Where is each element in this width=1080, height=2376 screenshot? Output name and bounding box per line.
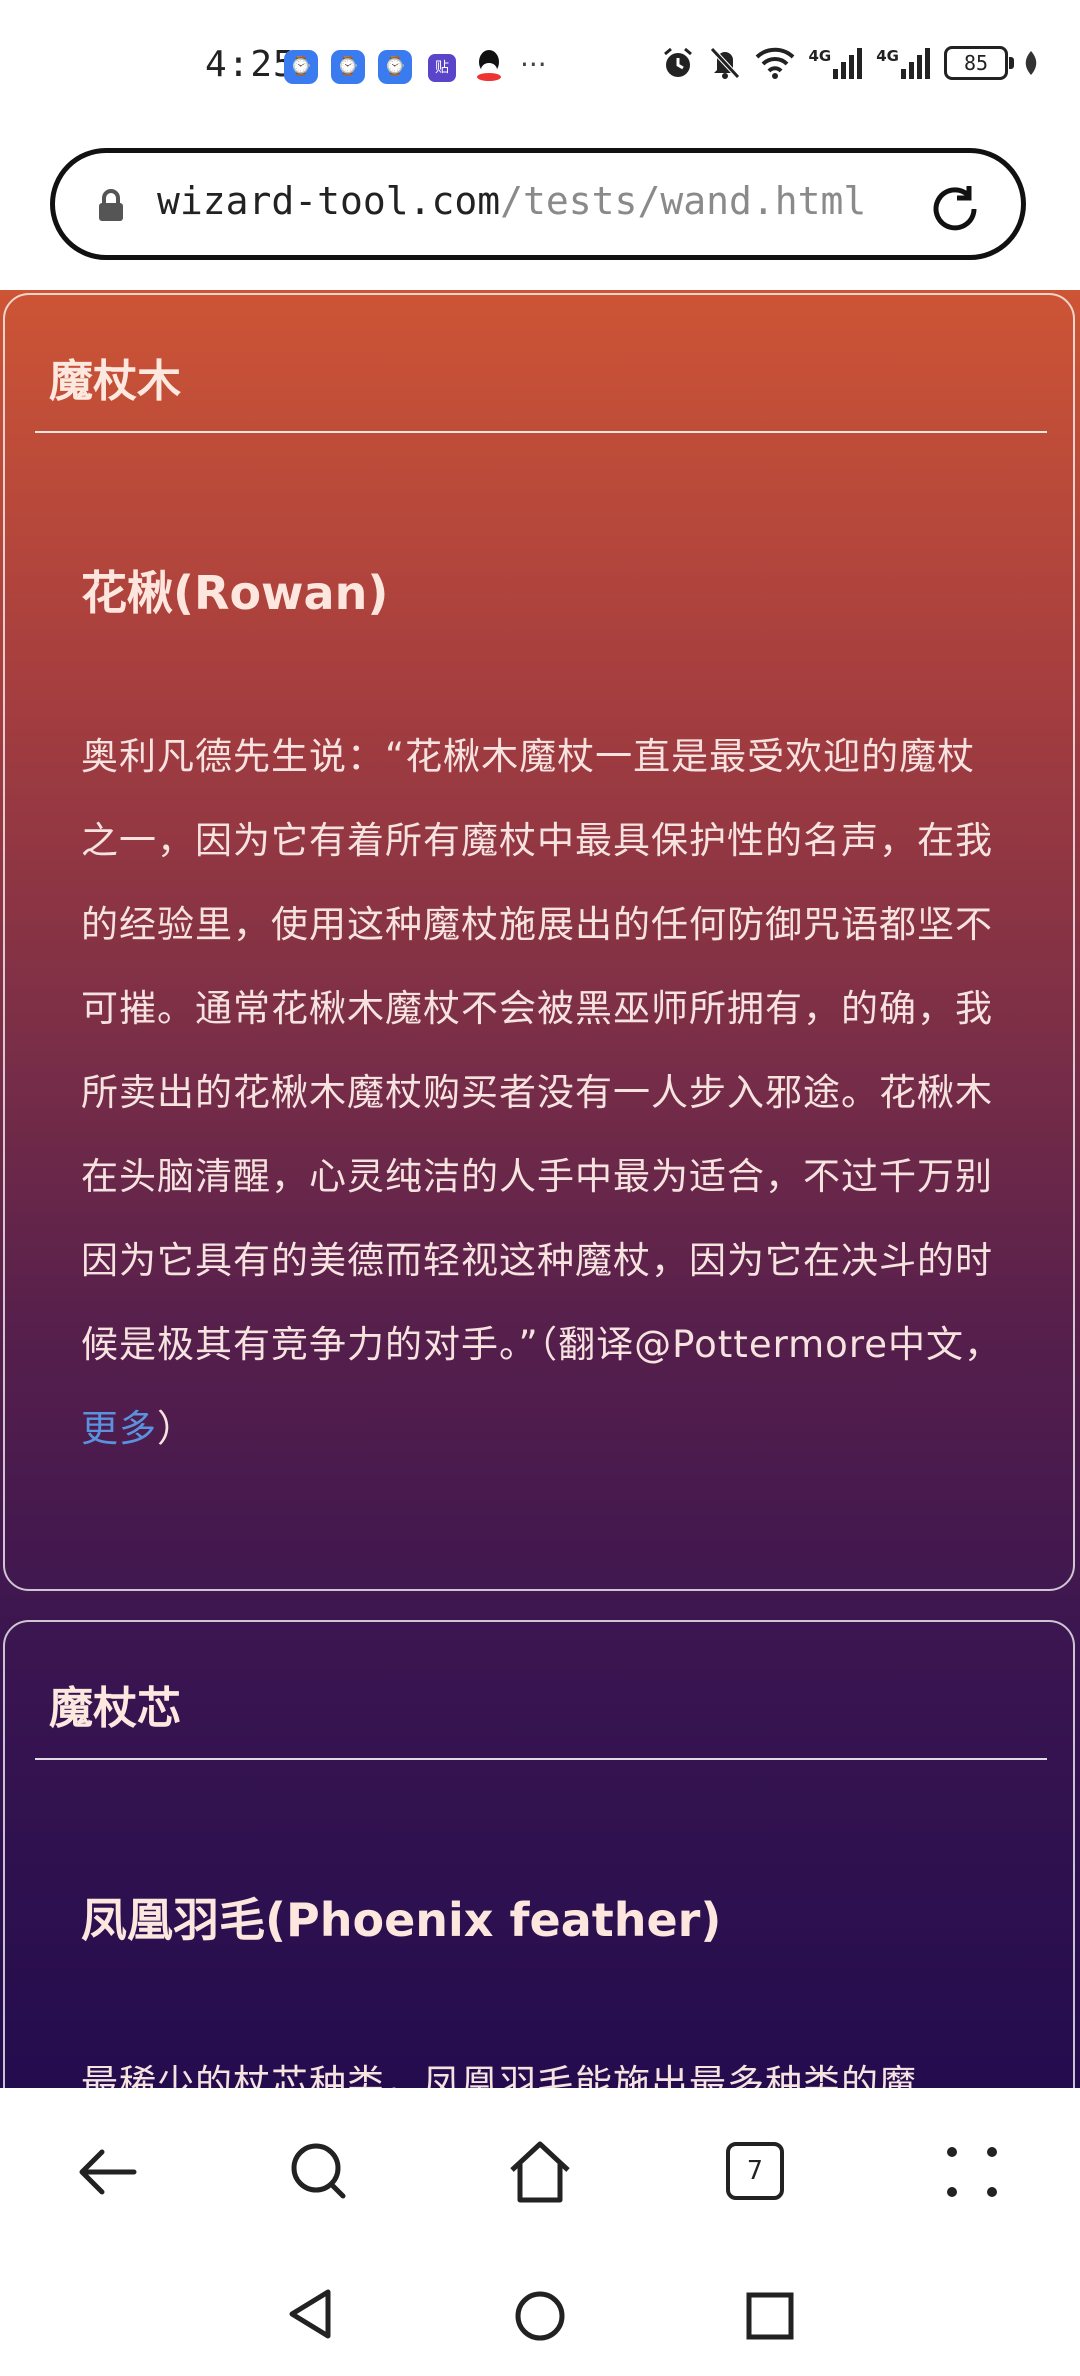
more-link[interactable]: 更多 (81, 1407, 157, 1450)
recents-square-icon[interactable] (744, 2290, 796, 2342)
tabs-count: 7 (726, 2142, 784, 2200)
alarm-icon (663, 47, 692, 77)
home-icon[interactable] (504, 2136, 576, 2208)
tabs-button[interactable]: 7 (726, 2142, 798, 2214)
qq-icon (474, 48, 504, 84)
status-time: 4:25 (205, 44, 296, 85)
wand-core-card: 魔杖芯 凤凰羽毛(Phoenix feather) 最稀少的杖芯种类，凤凰羽毛能… (3, 1620, 1075, 2088)
url-domain: wizard-tool.com (157, 179, 501, 223)
lock-icon (99, 189, 123, 221)
reload-icon[interactable] (927, 181, 983, 237)
app-notification-icon: ⌚ (284, 50, 318, 84)
wood-description: 奥利凡德先生说：“花楸木魔杖一直是最受欢迎的魔杖之一，因为它有着所有魔杖中最具保… (81, 715, 1011, 1471)
wood-section-heading: 魔杖木 (49, 356, 181, 407)
browser-toolbar: 7 (0, 2088, 1080, 2260)
address-bar[interactable]: wizard-tool.com/tests/wand.html (50, 148, 1026, 260)
wand-wood-card: 魔杖木 花楸(Rowan) 奥利凡德先生说：“花楸木魔杖一直是最受欢迎的魔杖之一… (3, 293, 1075, 1591)
status-icons: 4G 4G 85 (661, 46, 1041, 80)
leaf-icon (1025, 51, 1037, 75)
core-section-heading: 魔杖芯 (49, 1683, 181, 1734)
system-navigation-bar (0, 2260, 1080, 2376)
menu-dots-icon[interactable] (936, 2136, 1008, 2208)
signal-2-icon: 4G (876, 47, 930, 79)
back-icon[interactable] (72, 2136, 144, 2208)
app-notification-icon: ⌚ (331, 50, 365, 84)
more-notifications-icon: ··· (520, 48, 547, 81)
wood-description-text: 奥利凡德先生说：“花楸木魔杖一直是最受欢迎的魔杖之一，因为它有着所有魔杖中最具保… (81, 735, 1002, 1366)
status-bar: 4:25 ⌚ ⌚ ⌚ 贴 ··· 4G 4G 85 (0, 0, 1080, 140)
back-triangle-icon[interactable] (284, 2286, 334, 2342)
search-icon[interactable] (284, 2136, 356, 2208)
core-description: 最稀少的杖芯种类，凤凰羽毛能施出最多种类的魔 (81, 2062, 917, 2088)
section-divider (35, 431, 1047, 433)
mute-bell-icon (709, 47, 740, 79)
tieba-icon: 贴 (428, 54, 456, 82)
url-text[interactable]: wizard-tool.com/tests/wand.html (157, 179, 866, 223)
app-notification-icon: ⌚ (378, 50, 412, 84)
section-divider (35, 1758, 1047, 1760)
url-path: /tests/wand.html (500, 179, 867, 223)
home-circle-icon[interactable] (512, 2288, 568, 2344)
signal-1-icon: 4G (809, 47, 863, 79)
page-content[interactable]: 魔杖木 花楸(Rowan) 奥利凡德先生说：“花楸木魔杖一直是最受欢迎的魔杖之一… (0, 290, 1080, 2088)
wifi-icon (755, 47, 794, 79)
description-closing: ） (157, 1407, 195, 1450)
core-item-title: 凤凰羽毛(Phoenix feather) (81, 1893, 722, 1947)
battery-icon: 85 (944, 46, 1014, 80)
wood-item-title: 花楸(Rowan) (81, 566, 389, 620)
